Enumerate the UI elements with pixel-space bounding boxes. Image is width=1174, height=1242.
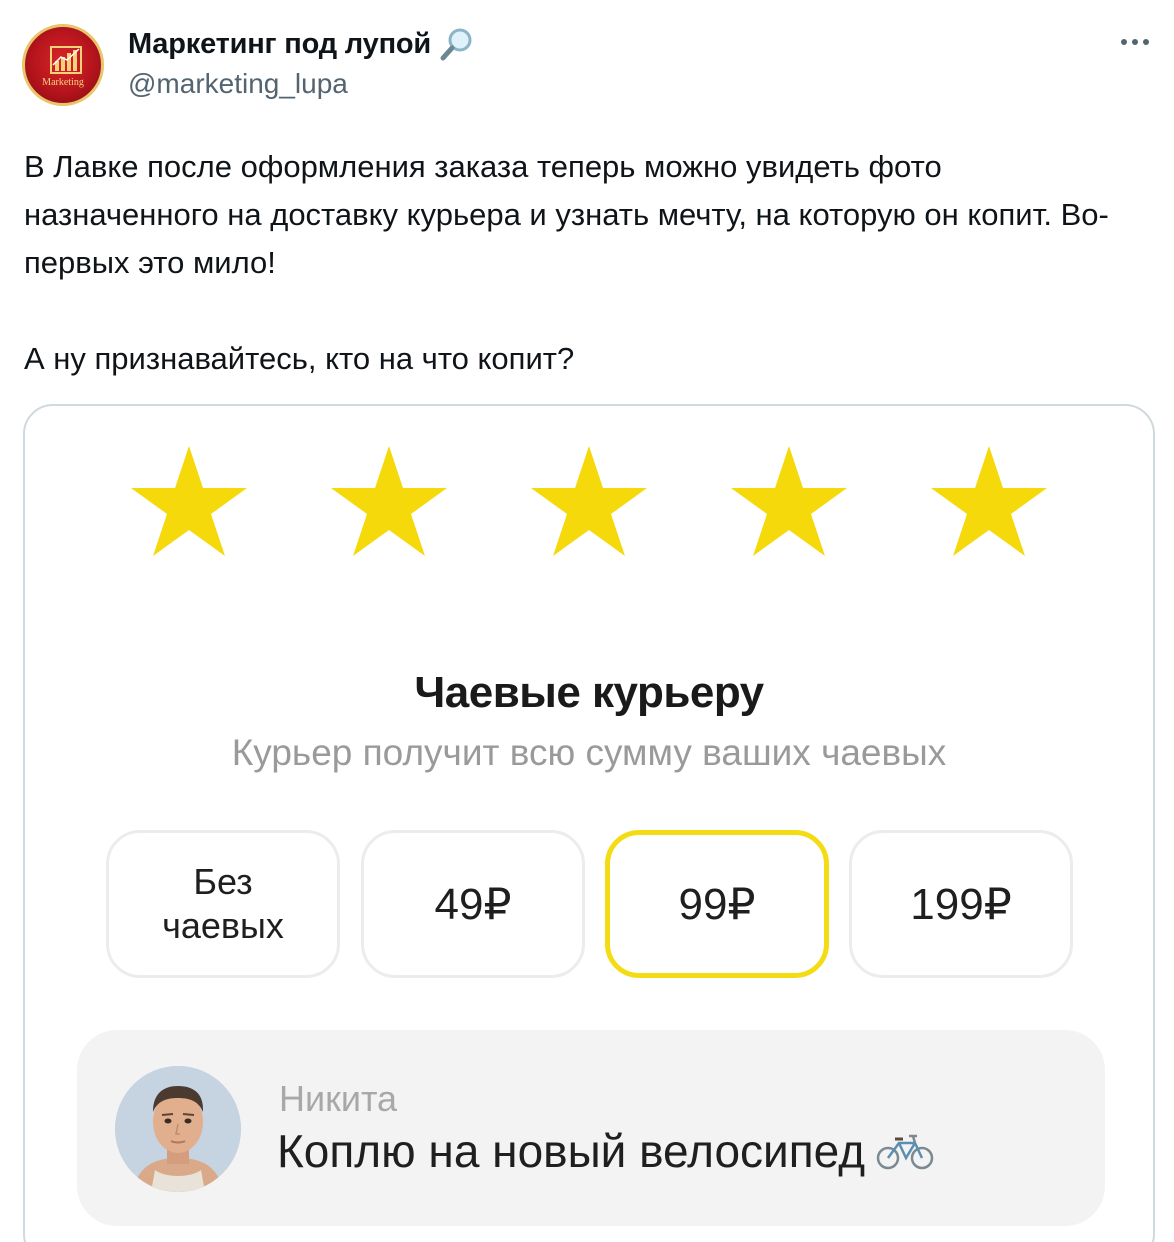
tweet-media[interactable]: Чаевые курьеру Курьер получит всю сумму …	[23, 404, 1155, 1242]
star-icon[interactable]	[329, 444, 449, 560]
tweet-text: В Лавке после оформления заказа теперь м…	[24, 143, 1134, 383]
more-options-icon[interactable]	[1118, 30, 1152, 54]
author-display-name[interactable]: Маркетинг под лупой	[128, 28, 431, 61]
tip-option-99[interactable]: 99₽	[605, 830, 829, 978]
avatar-label: Marketing	[42, 77, 84, 88]
chart-logo-icon	[50, 46, 82, 74]
tweet: Marketing Маркетинг под лупой @marketing…	[0, 0, 1174, 1242]
courier-name: Никита	[279, 1078, 398, 1119]
author-avatar[interactable]: Marketing	[22, 24, 104, 106]
courier-dream-text: Коплю на новый велосипед	[277, 1125, 866, 1177]
author-name-row[interactable]: Маркетинг под лупой	[128, 26, 475, 62]
tip-option-label: 99₽	[678, 879, 756, 929]
tip-option-49[interactable]: 49₽	[361, 830, 585, 978]
star-icon[interactable]	[129, 444, 249, 560]
star-icon[interactable]	[729, 444, 849, 560]
tips-title: Чаевые курьеру	[414, 668, 764, 717]
star-icon[interactable]	[529, 444, 649, 560]
tweet-paragraph: В Лавке после оформления заказа теперь м…	[24, 149, 1109, 280]
author-handle[interactable]: @marketing_lupa	[128, 68, 348, 100]
tip-option-label: 199₽	[910, 879, 1012, 929]
tip-option-label: 49₽	[434, 879, 512, 929]
courier-dream: Коплю на новый велосипед	[277, 1124, 935, 1178]
courier-photo	[115, 1066, 241, 1192]
tips-subtitle: Курьер получит всю сумму ваших чаевых	[231, 732, 947, 773]
tip-option-none[interactable]: Без чаевых	[106, 830, 340, 978]
tweet-paragraph: А ну признавайтесь, кто на что копит?	[24, 341, 575, 376]
courier-card: Никита Коплю на новый велосипед	[77, 1030, 1105, 1226]
tip-option-199[interactable]: 199₽	[849, 830, 1073, 978]
magnifier-icon	[440, 28, 472, 61]
tip-option-label: Без чаевых	[162, 861, 284, 946]
star-icon[interactable]	[929, 444, 1049, 560]
bicycle-icon	[876, 1134, 934, 1170]
courier-face-icon	[115, 1066, 241, 1192]
